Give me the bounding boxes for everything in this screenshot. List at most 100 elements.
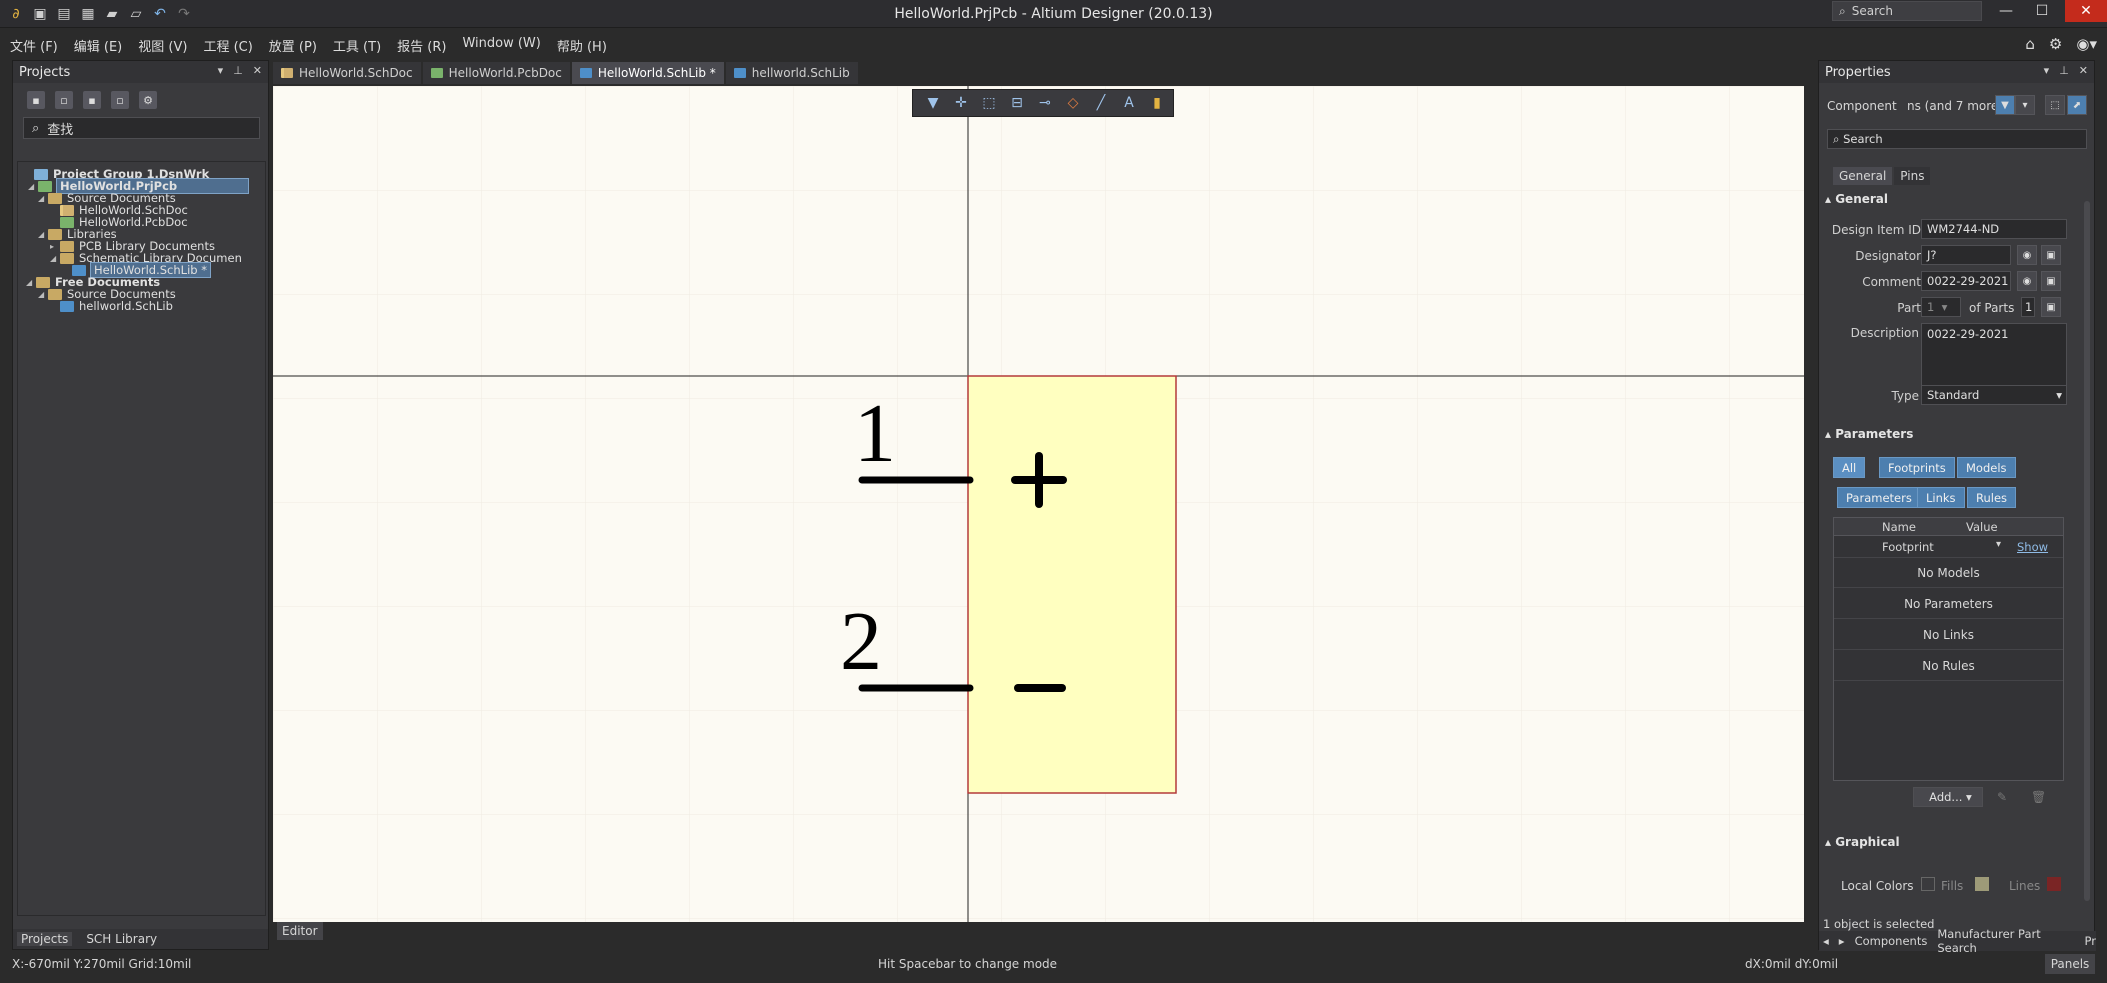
fills-checkbox[interactable] bbox=[1921, 877, 1935, 891]
tab-general[interactable]: General bbox=[1833, 167, 1893, 185]
tab-projects[interactable]: Projects bbox=[17, 932, 73, 946]
designator-field[interactable]: J? bbox=[1921, 245, 2011, 265]
column-value[interactable]: Value bbox=[1966, 520, 1998, 534]
project-options-icon[interactable]: ⚙ bbox=[139, 91, 157, 109]
pin-icon[interactable]: ⊥ bbox=[2059, 64, 2069, 77]
tab-scroll-right-icon[interactable]: ▸ bbox=[1839, 934, 1845, 948]
gear-icon[interactable]: ⚙ bbox=[2049, 35, 2062, 53]
lock-icon[interactable]: ▣ bbox=[2041, 297, 2061, 317]
maximize-button[interactable]: ☐ bbox=[2024, 0, 2060, 22]
schematic-canvas[interactable]: 1 2 bbox=[273, 86, 1804, 922]
panel-menu-icon[interactable]: ▾ bbox=[218, 64, 224, 77]
close-button[interactable]: ✕ bbox=[2065, 0, 2107, 22]
tab-manufacturer-part-search[interactable]: Manufacturer Part Search bbox=[1937, 927, 2074, 955]
edit-icon[interactable]: ✎ bbox=[1997, 790, 2007, 804]
menu-item[interactable]: Window (W) bbox=[462, 36, 540, 55]
place-text-icon[interactable]: A bbox=[1119, 93, 1139, 113]
chevron-down-icon[interactable]: ▾ bbox=[1996, 539, 2001, 550]
menu-item[interactable]: 工具 (T) bbox=[333, 36, 381, 55]
open-project-icon[interactable]: ▪ bbox=[83, 91, 101, 109]
panel-menu-icon[interactable]: ▾ bbox=[2044, 64, 2050, 77]
menu-item[interactable]: 文件 (F) bbox=[10, 36, 58, 55]
tab-pins[interactable]: Pins bbox=[1894, 167, 1931, 185]
lock-icon[interactable]: ▣ bbox=[2041, 271, 2061, 291]
chip-models[interactable]: Models bbox=[1957, 457, 2016, 478]
section-general[interactable]: ▴ General bbox=[1825, 192, 1888, 206]
menu-item[interactable]: 工程 (C) bbox=[203, 36, 252, 55]
redo-icon[interactable]: ↷ bbox=[174, 4, 194, 24]
close-project-icon[interactable]: ▫ bbox=[111, 91, 129, 109]
panels-button[interactable]: Panels bbox=[2045, 954, 2095, 974]
eye-icon[interactable]: ◉ bbox=[2017, 245, 2037, 265]
panel-close-icon[interactable]: ✕ bbox=[253, 64, 262, 77]
expand-toggle-icon[interactable]: ◢ bbox=[28, 182, 38, 191]
lock-icon[interactable]: ▣ bbox=[2041, 245, 2061, 265]
delete-icon[interactable]: 🗑 bbox=[2031, 790, 2046, 804]
part-select[interactable]: 1 ▾ bbox=[1921, 297, 1961, 317]
expand-toggle-icon[interactable]: ◢ bbox=[38, 290, 48, 299]
show-link[interactable]: Show bbox=[2017, 540, 2048, 554]
expand-toggle-icon[interactable]: ◢ bbox=[26, 278, 36, 287]
design-item-field[interactable]: WM2744-ND bbox=[1921, 219, 2067, 239]
pin-icon[interactable]: ⊥ bbox=[233, 64, 243, 77]
expand-toggle-icon[interactable]: ◢ bbox=[50, 254, 60, 263]
tab-sch-library[interactable]: SCH Library bbox=[86, 932, 157, 946]
chip-links[interactable]: Links bbox=[1917, 487, 1965, 508]
tab-pr[interactable]: Pr bbox=[2085, 934, 2096, 948]
document-tab[interactable]: HelloWorld.SchDoc bbox=[273, 62, 421, 84]
filter-icon[interactable]: ▼ bbox=[923, 93, 943, 113]
place-part-icon[interactable]: ▮ bbox=[1147, 93, 1167, 113]
chip-footprints[interactable]: Footprints bbox=[1879, 457, 1955, 478]
document-tab[interactable]: HelloWorld.PcbDoc bbox=[422, 62, 570, 84]
chip-parameters[interactable]: Parameters bbox=[1837, 487, 1921, 508]
panel-close-icon[interactable]: ✕ bbox=[2079, 64, 2088, 77]
save-all-icon[interactable]: ▤ bbox=[54, 4, 74, 24]
user-icon[interactable]: ◉▾ bbox=[2076, 35, 2097, 53]
global-search[interactable]: ⌕ Search bbox=[1832, 1, 1982, 21]
expand-toggle-icon[interactable]: ◢ bbox=[38, 230, 48, 239]
undo-icon[interactable]: ↶ bbox=[150, 4, 170, 24]
chip-rules[interactable]: Rules bbox=[1967, 487, 2017, 508]
selection-filter-button[interactable]: ▼ bbox=[1995, 95, 2015, 115]
tree-item[interactable]: hellworld.SchLib bbox=[50, 298, 173, 314]
align-icon[interactable]: ⊟ bbox=[1007, 93, 1027, 113]
tab-scroll-left-icon[interactable]: ◂ bbox=[1823, 934, 1829, 948]
open-project-icon[interactable]: ▱ bbox=[126, 4, 146, 24]
save-icon[interactable]: ▣ bbox=[30, 4, 50, 24]
comment-field[interactable]: 0022-29-2021 bbox=[1921, 271, 2011, 291]
compile-icon[interactable]: ▫ bbox=[55, 91, 73, 109]
add-button[interactable]: Add... ▾ bbox=[1913, 787, 1983, 807]
lines-color-swatch[interactable] bbox=[2047, 877, 2061, 891]
minimize-button[interactable]: — bbox=[1988, 0, 2024, 22]
open-folder-icon[interactable]: ▰ bbox=[102, 4, 122, 24]
section-parameters[interactable]: ▴ Parameters bbox=[1825, 427, 1913, 441]
menu-item[interactable]: 放置 (P) bbox=[269, 36, 317, 55]
properties-scrollbar[interactable] bbox=[2084, 201, 2090, 901]
editor-tab[interactable]: Editor bbox=[277, 922, 323, 940]
document-tab[interactable]: hellworld.SchLib bbox=[725, 62, 858, 84]
fills-color-swatch[interactable] bbox=[1975, 877, 1989, 891]
zoom-mode-icon[interactable]: ⬈ bbox=[2067, 95, 2087, 115]
tab-components[interactable]: Components bbox=[1855, 934, 1928, 948]
table-row[interactable]: Footprint ▾ Show bbox=[1834, 536, 2063, 558]
menu-item[interactable]: 视图 (V) bbox=[138, 36, 187, 55]
ieee-symbol-icon[interactable]: ◇ bbox=[1063, 93, 1083, 113]
menu-item[interactable]: 帮助 (H) bbox=[557, 36, 607, 55]
section-graphical[interactable]: ▴ Graphical bbox=[1825, 835, 1900, 849]
properties-search-input[interactable]: ⌕ Search bbox=[1827, 129, 2087, 149]
select-icon[interactable]: ⬚ bbox=[979, 93, 999, 113]
chip-all[interactable]: All bbox=[1833, 457, 1866, 478]
menu-item[interactable]: 编辑 (E) bbox=[74, 36, 123, 55]
select-mode-icon[interactable]: ⬚ bbox=[2045, 95, 2065, 115]
expand-toggle-icon[interactable]: ◢ bbox=[38, 194, 48, 203]
menu-item[interactable]: 报告 (R) bbox=[397, 36, 446, 55]
app-logo-icon[interactable]: ∂ bbox=[6, 4, 26, 24]
print-icon[interactable]: ▦ bbox=[78, 4, 98, 24]
type-select[interactable]: Standard ▾ bbox=[1921, 385, 2067, 405]
eye-icon[interactable]: ◉ bbox=[2017, 271, 2037, 291]
move-icon[interactable]: ✛ bbox=[951, 93, 971, 113]
filter-dropdown-icon[interactable]: ▾ bbox=[2015, 95, 2035, 115]
place-pin-icon[interactable]: ⊸ bbox=[1035, 93, 1055, 113]
description-field[interactable]: 0022-29-2021 bbox=[1921, 323, 2067, 387]
place-line-icon[interactable]: ╱ bbox=[1091, 93, 1111, 113]
